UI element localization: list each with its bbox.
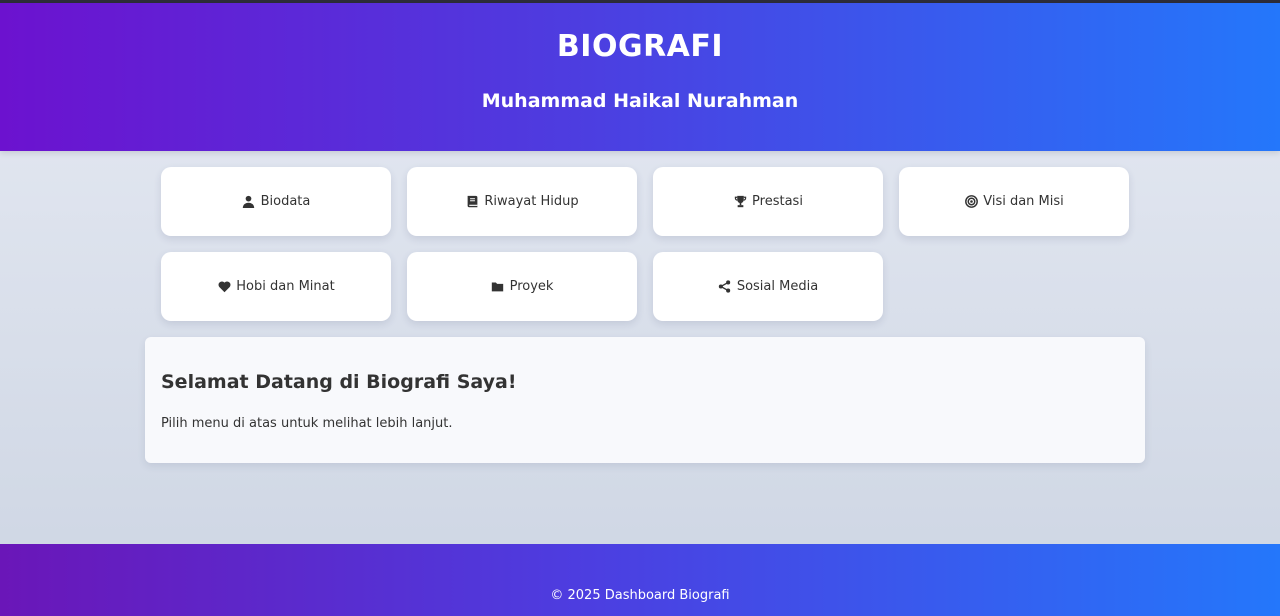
- menu-card-biodata[interactable]: Biodata: [161, 167, 391, 236]
- menu-card-prestasi[interactable]: Prestasi: [653, 167, 883, 236]
- menu-card-proyek[interactable]: Proyek: [407, 252, 637, 321]
- page-header: BIOGRAFI Muhammad Haikal Nurahman: [0, 3, 1280, 151]
- menu-card-hobi-dan-minat[interactable]: Hobi dan Minat: [161, 252, 391, 321]
- folder-icon: [491, 280, 505, 294]
- page-footer: © 2025 Dashboard Biografi: [0, 544, 1280, 616]
- user-icon: [242, 195, 256, 209]
- book-icon: [465, 195, 479, 209]
- trophy-icon: [733, 195, 747, 209]
- menu-card-label: Proyek: [509, 279, 554, 294]
- welcome-panel: Selamat Datang di Biografi Saya! Pilih m…: [145, 337, 1145, 463]
- target-icon: [964, 195, 978, 209]
- page-title: BIOGRAFI: [556, 29, 724, 64]
- welcome-heading: Selamat Datang di Biografi Saya!: [161, 371, 517, 393]
- page-subtitle: Muhammad Haikal Nurahman: [481, 90, 799, 112]
- footer-copyright: © 2025 Dashboard Biografi: [550, 588, 730, 603]
- share-icon: [718, 280, 732, 294]
- heart-icon: [217, 280, 231, 294]
- menu-card-label: Hobi dan Minat: [236, 279, 335, 294]
- menu-card-riwayat-hidup[interactable]: Riwayat Hidup: [407, 167, 637, 236]
- welcome-text: Pilih menu di atas untuk melihat lebih l…: [161, 416, 453, 431]
- menu-card-label: Sosial Media: [736, 279, 819, 294]
- menu-card-sosial-media[interactable]: Sosial Media: [653, 252, 883, 321]
- menu-card-label: Riwayat Hidup: [484, 194, 579, 209]
- menu-card-label: Visi dan Misi: [983, 194, 1064, 209]
- menu-card-visi-dan-misi[interactable]: Visi dan Misi: [899, 167, 1129, 236]
- menu-card-label: Biodata: [260, 194, 311, 209]
- menu-card-label: Prestasi: [752, 194, 803, 209]
